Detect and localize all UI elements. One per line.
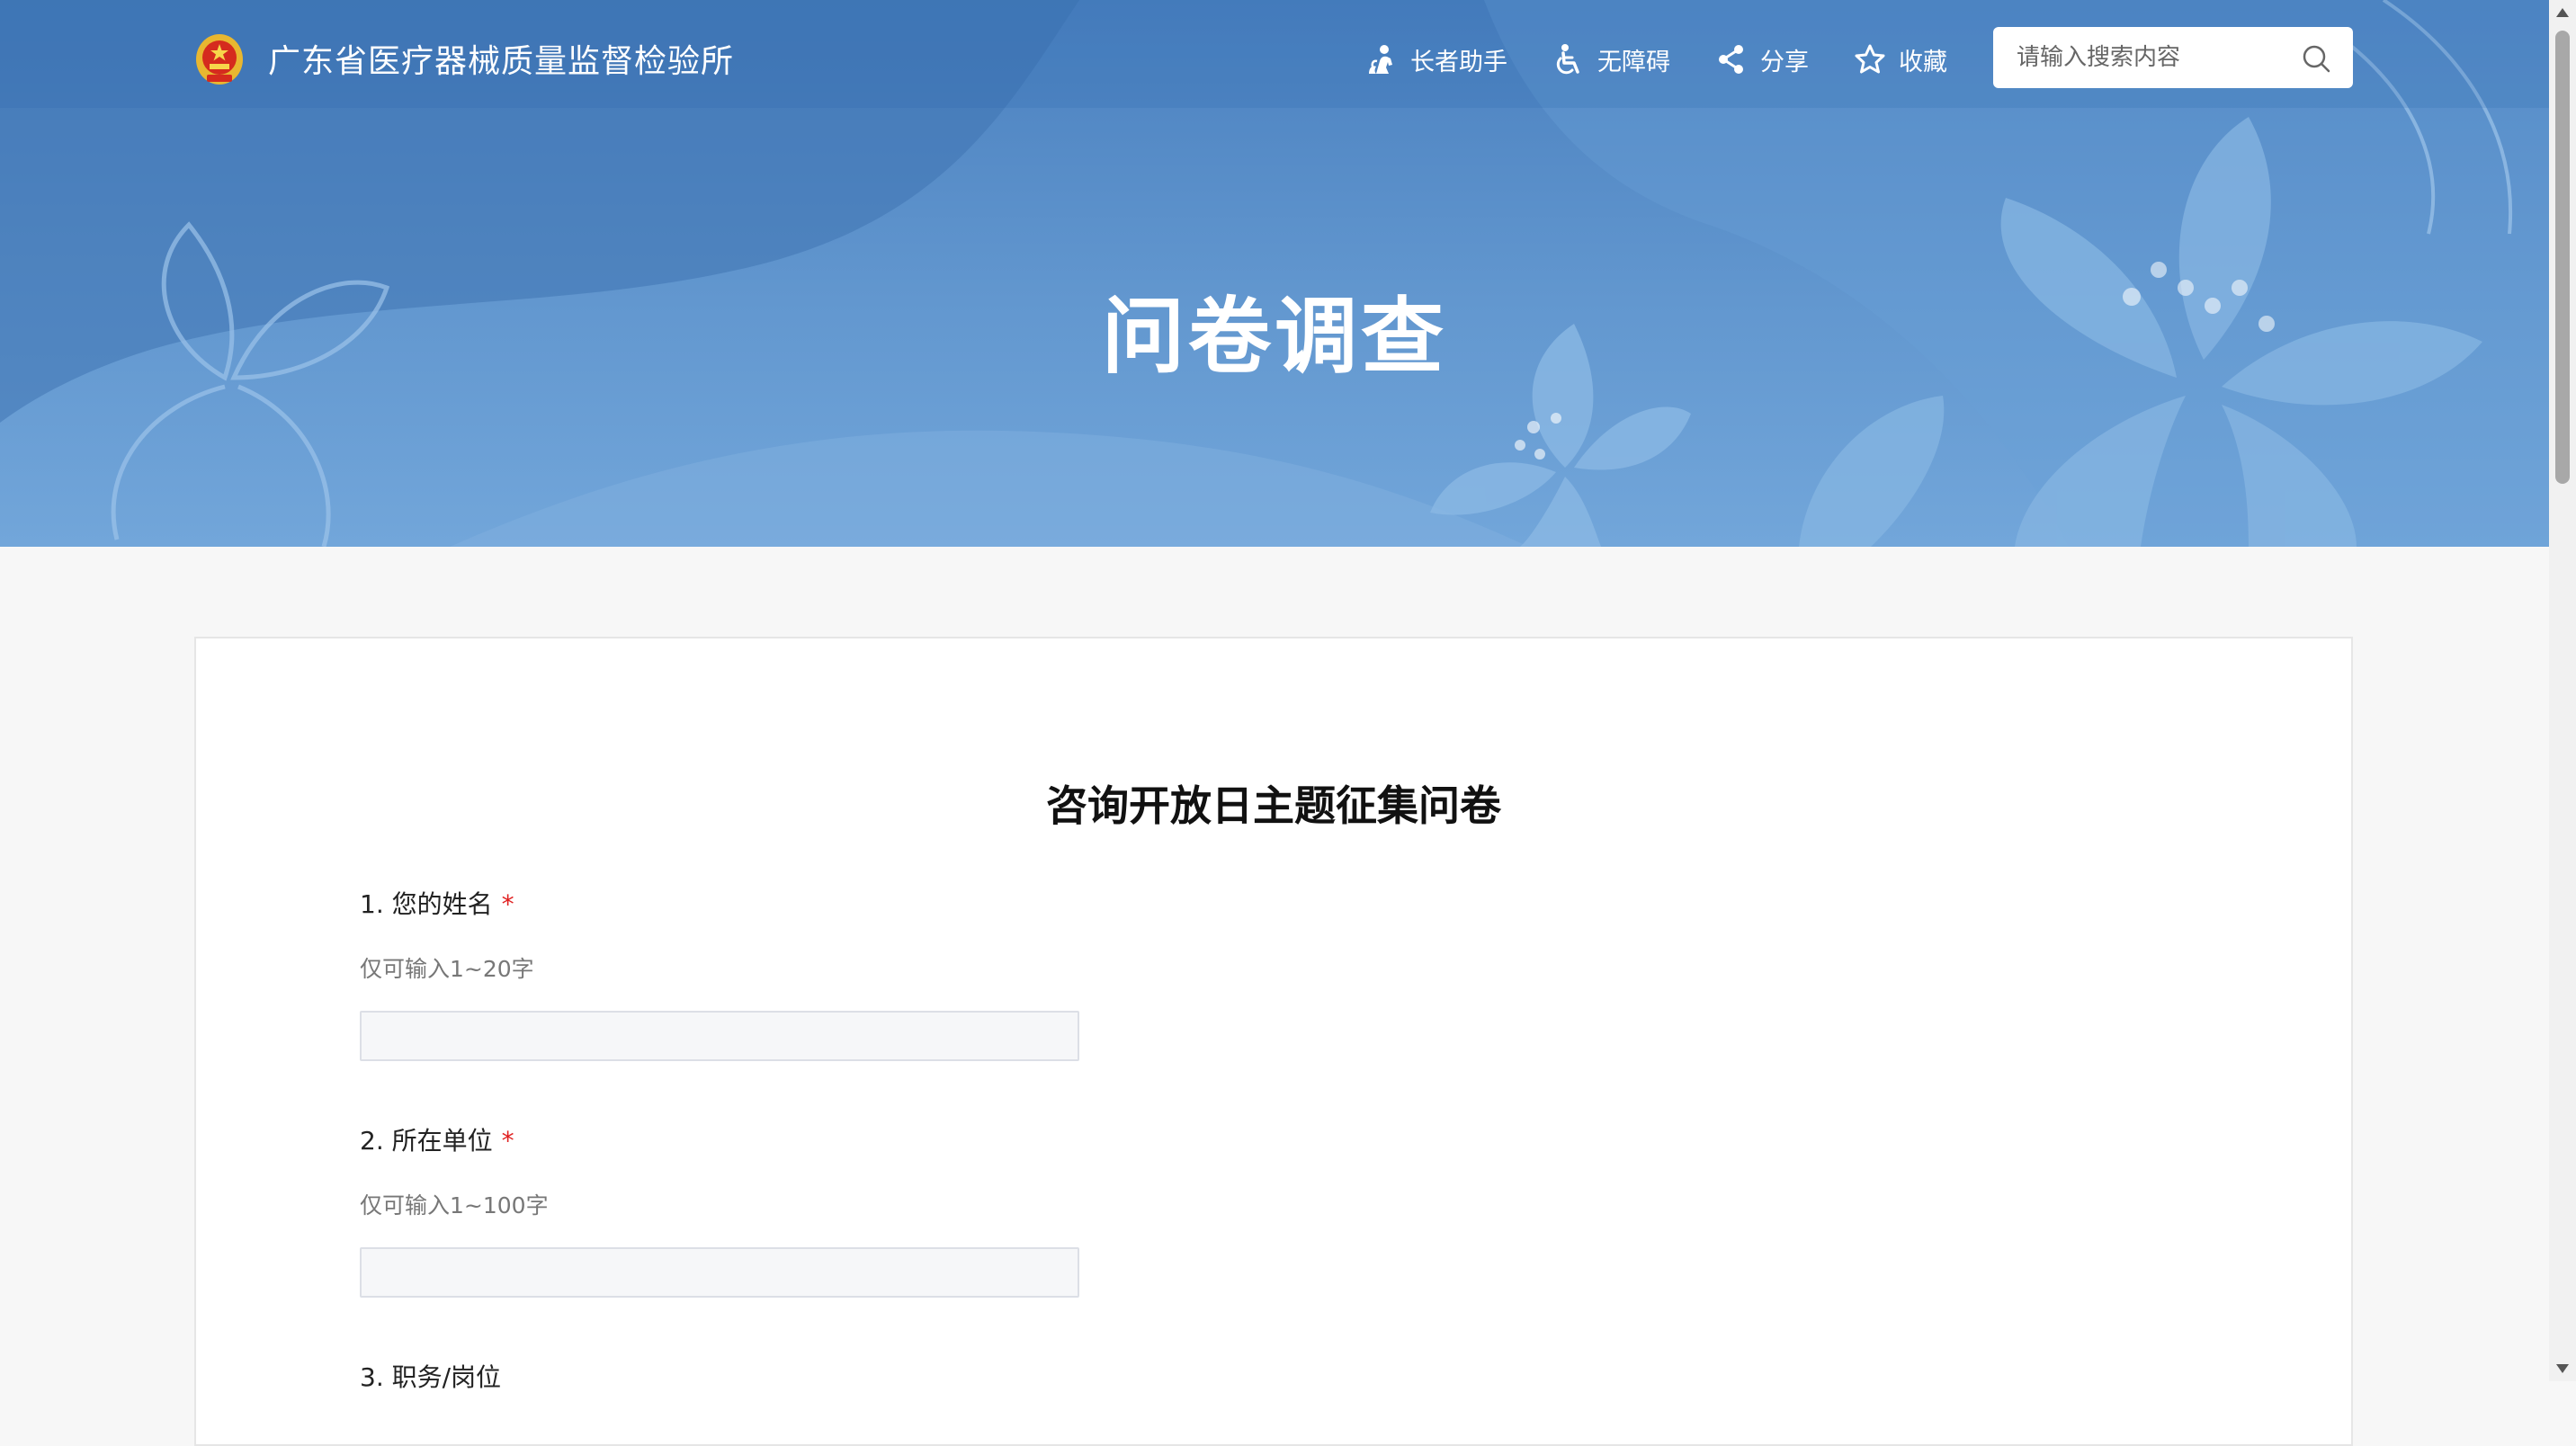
- search-input[interactable]: [2015, 43, 2297, 72]
- nav-elder-assist-label: 长者助手: [1410, 48, 1507, 76]
- scroll-down-arrow-icon[interactable]: [2549, 1354, 2576, 1381]
- survey-title: 咨询开放日主题征集问卷: [1046, 781, 1501, 830]
- search-icon[interactable]: [2301, 43, 2331, 74]
- vertical-scrollbar[interactable]: [2549, 0, 2576, 1381]
- question-label: 2. 所在单位 *: [360, 1121, 1079, 1157]
- header-banner: 广东省医疗器械质量监督检验所 长者助手 无障碍 分享 收藏 请输入搜索内容 问卷…: [0, 0, 2549, 547]
- nav-favorite-label: 收藏: [1899, 48, 1947, 76]
- organization-input[interactable]: [360, 1247, 1079, 1298]
- wheelchair-icon: [1556, 44, 1579, 75]
- required-mark: *: [501, 1126, 514, 1156]
- question-label-text: 1. 您的姓名: [360, 889, 493, 919]
- star-icon: [1855, 44, 1885, 74]
- survey-card: 咨询开放日主题征集问卷 1. 您的姓名 * 仅可输入1~20字 2. 所在单位 * …: [194, 637, 2353, 1446]
- nav-share-label: 分享: [1760, 48, 1809, 76]
- site-name: 广东省医疗器械质量监督检验所: [268, 43, 735, 80]
- question-organization: 2. 所在单位 * 仅可输入1~100字: [360, 1121, 1079, 1298]
- question-position: 3. 职务/岗位: [360, 1358, 501, 1394]
- question-hint: 仅可输入1~20字: [360, 956, 534, 982]
- question-hint: 仅可输入1~100字: [360, 1192, 549, 1218]
- question-label-text: 2. 所在单位: [360, 1126, 493, 1156]
- share-icon: [1719, 45, 1743, 74]
- elder-assist-icon: [1369, 45, 1392, 74]
- search-box: [1993, 27, 2353, 88]
- nav-elder-assist[interactable]: 长者助手: [1365, 42, 1507, 77]
- scroll-up-arrow-icon[interactable]: [2549, 0, 2576, 27]
- nav-share[interactable]: 分享: [1715, 42, 1809, 77]
- nav-accessibility-label: 无障碍: [1597, 48, 1670, 76]
- scrollbar-thumb[interactable]: [2555, 31, 2570, 484]
- nav-accessibility[interactable]: 无障碍: [1552, 42, 1670, 77]
- page-title: 问卷调查: [1101, 289, 1447, 385]
- name-input[interactable]: [360, 1011, 1079, 1061]
- question-name: 1. 您的姓名 * 仅可输入1~20字: [360, 885, 1079, 1061]
- question-label: 3. 职务/岗位: [360, 1358, 501, 1394]
- question-label-text: 3. 职务/岗位: [360, 1362, 502, 1392]
- site-brand[interactable]: 广东省医疗器械质量监督检验所: [194, 27, 734, 90]
- nav-favorite[interactable]: 收藏: [1854, 42, 1947, 77]
- header-nav: 长者助手 无障碍 分享 收藏: [1365, 36, 1992, 83]
- national-emblem-icon: [196, 34, 243, 85]
- question-label: 1. 您的姓名 *: [360, 885, 1079, 921]
- required-mark: *: [501, 889, 514, 919]
